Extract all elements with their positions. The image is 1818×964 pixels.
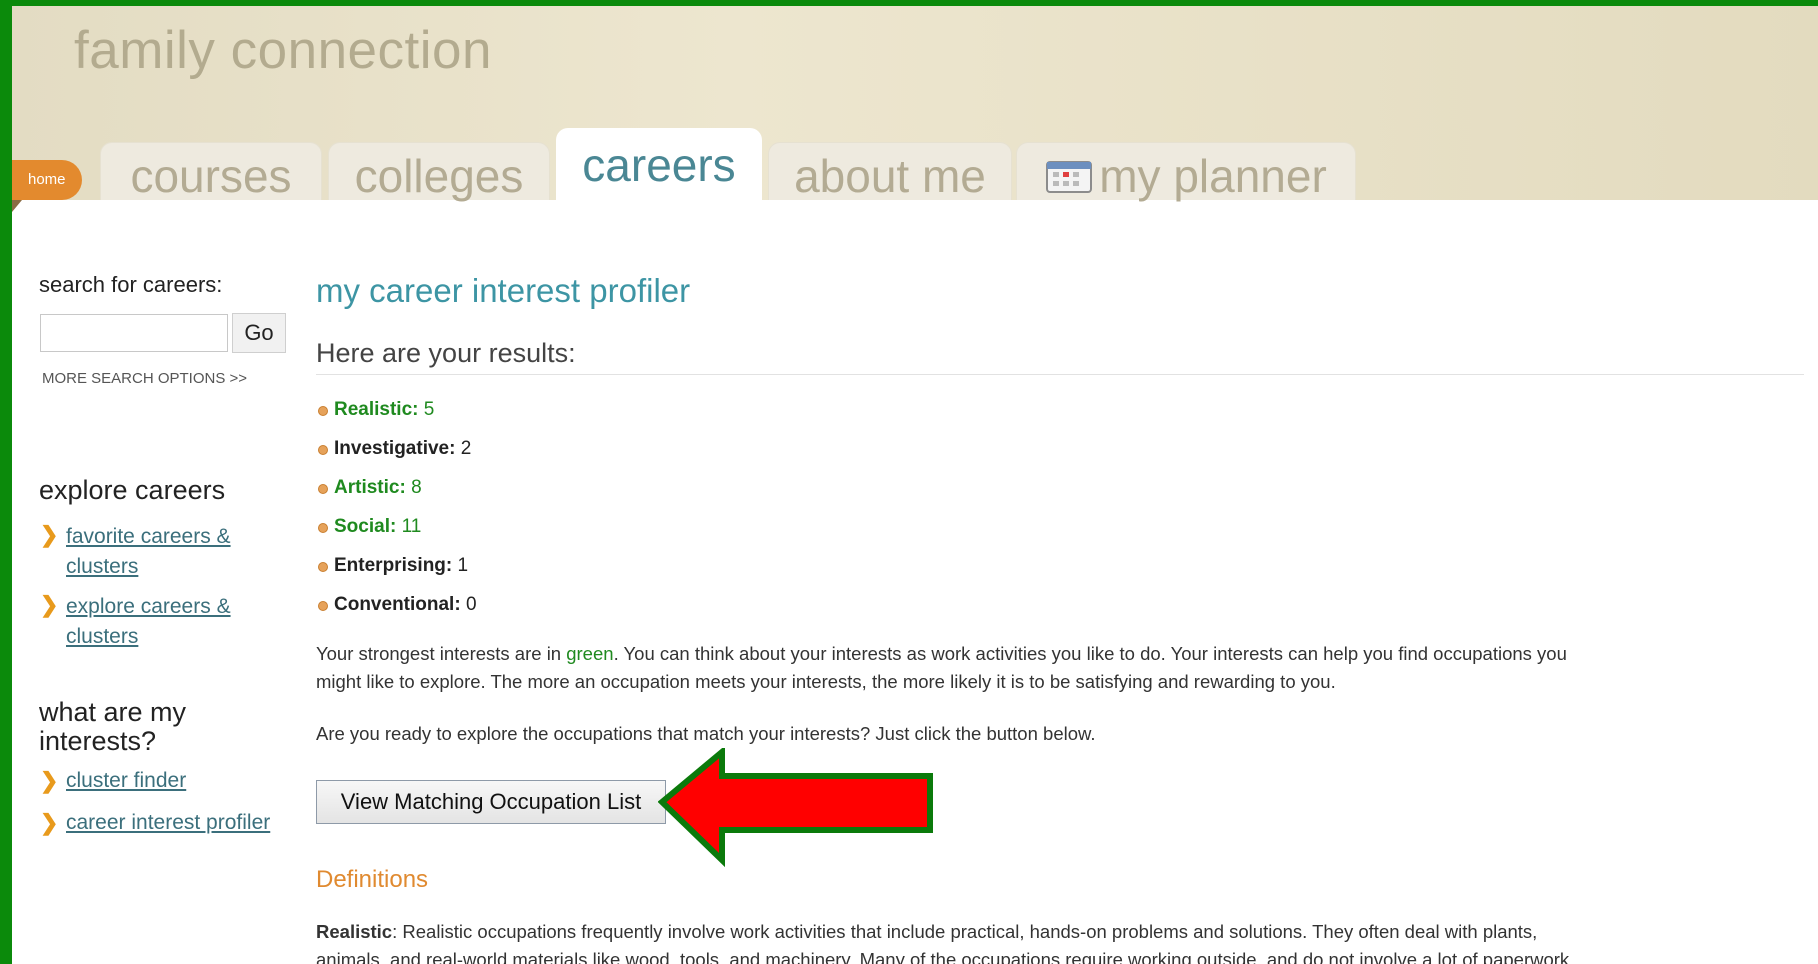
- score-artistic: Artistic: 8: [334, 477, 422, 499]
- explore-careers-link-line2: clusters: [66, 625, 139, 648]
- divider: [316, 374, 1804, 375]
- definitions-heading: Definitions: [316, 866, 429, 893]
- page-frame: family connection home courses colleges …: [12, 6, 1818, 964]
- score-investigative: Investigative: 2: [334, 438, 471, 460]
- tab-about-me[interactable]: about me: [768, 142, 1012, 202]
- score-value: 8: [411, 477, 422, 498]
- text-span: Your strongest interests are in: [316, 643, 567, 664]
- explore-careers-heading: explore careers: [39, 475, 226, 505]
- interests-explanation: Your strongest interests are in green. Y…: [316, 640, 1816, 696]
- score-value: 0: [465, 594, 477, 615]
- career-search-input[interactable]: [40, 314, 228, 352]
- bullet-icon: [318, 523, 328, 533]
- score-value: 11: [401, 516, 422, 537]
- green-word: green: [566, 643, 614, 664]
- tab-colleges[interactable]: colleges: [328, 142, 550, 202]
- view-matching-occupation-list-button[interactable]: View Matching Occupation List: [316, 780, 666, 824]
- tab-my-planner[interactable]: my planner: [1016, 142, 1356, 202]
- go-button[interactable]: Go: [232, 313, 286, 353]
- home-button[interactable]: home: [12, 160, 82, 200]
- interests-heading: what are my interests?: [39, 698, 186, 756]
- tab-careers[interactable]: careers: [556, 128, 762, 202]
- score-value: 2: [460, 438, 472, 459]
- definition-line2: animals, and real-world materials like w…: [316, 949, 1570, 964]
- chevron-right-icon: ❯: [40, 592, 59, 617]
- interests-heading-line2: interests?: [39, 726, 157, 756]
- score-name: Realistic:: [334, 399, 419, 420]
- favorite-careers-link[interactable]: favorite careers & clusters: [66, 522, 231, 582]
- interests-explanation-line1: Your strongest interests are in green. Y…: [316, 640, 1816, 668]
- red-arrow-annotation: [658, 748, 933, 868]
- score-enterprising: Enterprising: 1: [334, 555, 468, 577]
- tab-my-planner-label: my planner: [1099, 150, 1327, 202]
- interests-explanation-line2: might like to explore. The more an occup…: [316, 671, 1336, 692]
- bullet-icon: [318, 406, 328, 416]
- score-value: 1: [457, 555, 469, 576]
- chevron-right-icon: ❯: [40, 522, 59, 547]
- cluster-finder-link[interactable]: cluster finder: [66, 766, 186, 796]
- ready-prompt: Are you ready to explore the occupations…: [316, 723, 1096, 744]
- bullet-icon: [318, 445, 328, 455]
- calendar-icon: [1045, 147, 1095, 193]
- bullet-icon: [318, 484, 328, 494]
- favorite-careers-link-line2: clusters: [66, 555, 139, 578]
- favorite-careers-link-line1: favorite careers &: [66, 525, 231, 548]
- search-label: search for careers:: [39, 272, 223, 297]
- score-name: Investigative:: [334, 438, 456, 459]
- score-realistic: Realistic: 5: [334, 399, 434, 421]
- page-title: my career interest profiler: [316, 272, 691, 309]
- bullet-icon: [318, 601, 328, 611]
- score-social: Social: 11: [334, 516, 421, 538]
- career-interest-profiler-link[interactable]: career interest profiler: [66, 808, 270, 838]
- score-name: Social:: [334, 516, 397, 537]
- more-search-options-link[interactable]: MORE SEARCH OPTIONS >>: [42, 370, 247, 387]
- chevron-right-icon: ❯: [40, 768, 59, 793]
- interests-heading-line1: what are my: [39, 697, 187, 727]
- home-notch: [12, 200, 22, 212]
- explore-careers-link[interactable]: explore careers & clusters: [66, 592, 231, 652]
- score-value: 5: [423, 399, 435, 420]
- brand-title: family connection: [74, 21, 492, 80]
- results-heading: Here are your results:: [316, 338, 576, 368]
- text-span: . You can think about your interests as …: [613, 643, 1567, 664]
- bullet-icon: [318, 562, 328, 572]
- score-name: Conventional:: [334, 594, 461, 615]
- text-span: : Realistic occupations frequently invol…: [392, 921, 1538, 942]
- chevron-right-icon: ❯: [40, 810, 59, 835]
- score-name: Enterprising:: [334, 555, 453, 576]
- score-name: Artistic:: [334, 477, 406, 498]
- definition-line1: Realistic: Realistic occupations frequen…: [316, 918, 1816, 946]
- explore-careers-link-line1: explore careers &: [66, 595, 231, 618]
- definition-realistic: Realistic: Realistic occupations frequen…: [316, 918, 1816, 964]
- tab-courses[interactable]: courses: [100, 142, 322, 202]
- definition-term: Realistic: [316, 921, 393, 942]
- site-header: family connection home courses colleges …: [12, 6, 1818, 212]
- score-conventional: Conventional: 0: [334, 594, 477, 616]
